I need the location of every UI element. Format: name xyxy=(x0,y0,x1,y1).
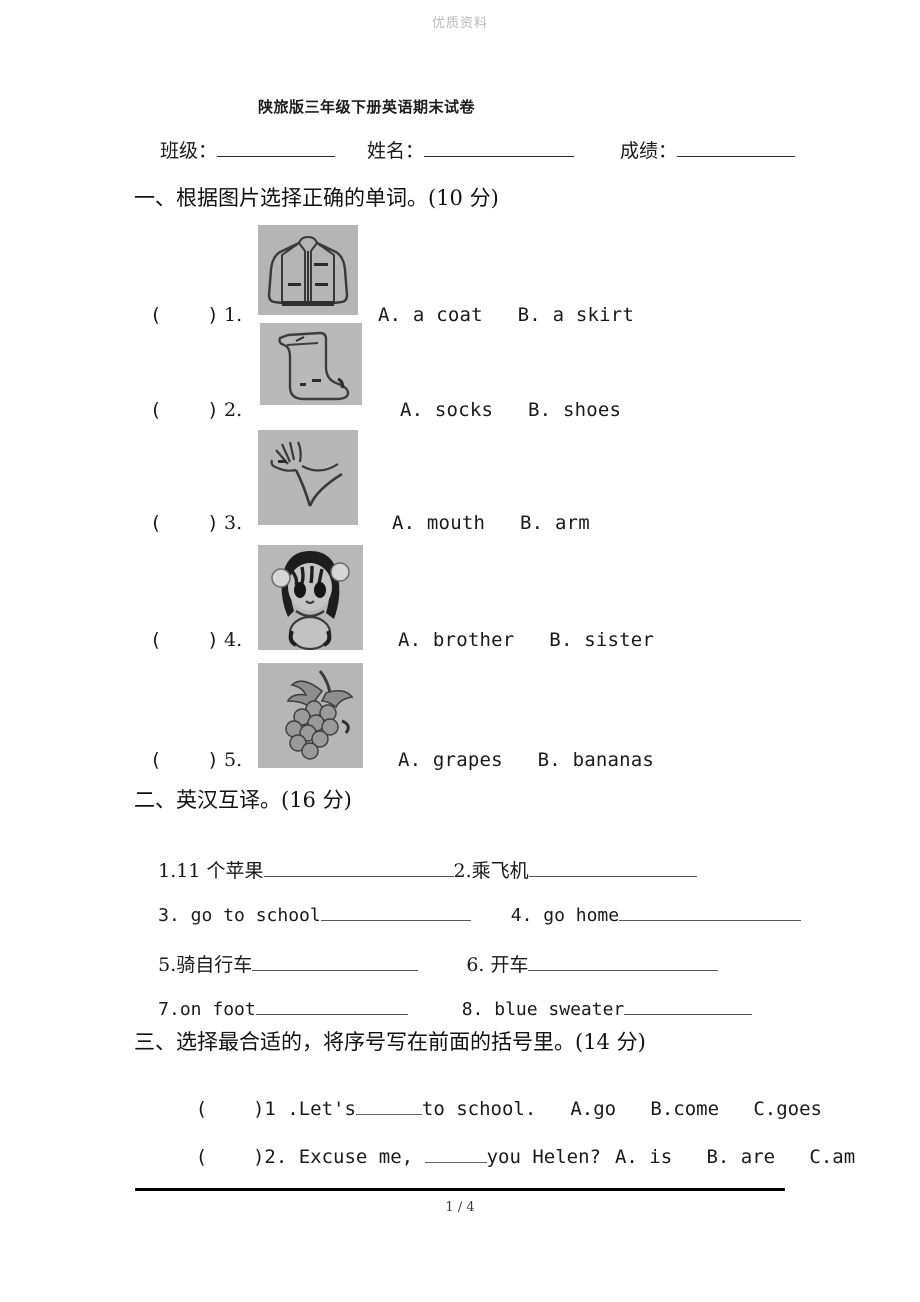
socks-picture xyxy=(260,323,362,405)
section-heading-one: 一、根据图片选择正确的单词。(10 分) xyxy=(134,186,499,210)
name-blank[interactable] xyxy=(424,142,575,157)
choice-question-2: ( )2. Excuse me, you Helen? A. is B. are … xyxy=(150,1124,855,1190)
choice-stem-before-2: 2. Excuse me, xyxy=(264,1146,425,1168)
choices-4[interactable]: A. brother B. sister xyxy=(398,629,654,651)
translate-item-2-label: 2.乘飞机 xyxy=(453,860,529,882)
translate-item-7-blank[interactable] xyxy=(255,999,408,1015)
translate-item-3-label: 3. go to school xyxy=(158,905,321,926)
translate-item-5-label: 5.骑自行车 xyxy=(158,954,253,976)
translate-item-1-label: 1.11 个苹果 xyxy=(158,860,264,882)
watermark-text: 优质资料 xyxy=(431,16,488,31)
translate-item-3-blank[interactable] xyxy=(320,905,471,921)
choice-stem-before-1: 1 .Let's xyxy=(264,1098,356,1120)
choice-bracket-1[interactable]: ( ) xyxy=(196,1098,265,1120)
grapes-picture xyxy=(258,663,363,768)
answer-bracket-4[interactable]: ( ) xyxy=(150,629,219,651)
choice-bracket-2[interactable]: ( ) xyxy=(196,1146,265,1168)
coat-picture xyxy=(258,225,358,315)
class-blank[interactable] xyxy=(217,142,336,157)
translate-item-5-blank[interactable] xyxy=(252,955,419,971)
student-info-line: 班级： 姓名： 成绩： xyxy=(160,136,880,163)
translate-item-8-label: 8. blue sweater xyxy=(461,999,625,1020)
translate-item-7-label: 7.on foot xyxy=(158,999,256,1020)
choice-stem-after-1: to school. xyxy=(421,1098,537,1120)
choices-3[interactable]: A. mouth B. arm xyxy=(392,512,590,534)
question-number-5: 5. xyxy=(224,749,243,771)
question-number-4: 4. xyxy=(224,629,243,651)
section-heading-two: 二、英汉互译。(16 分) xyxy=(134,788,352,812)
choice-blank-1[interactable] xyxy=(355,1099,422,1115)
answer-bracket-5[interactable]: ( ) xyxy=(150,749,219,771)
translate-item-6-label: 6. 开车 xyxy=(466,954,529,976)
score-label: 成绩： xyxy=(620,140,678,162)
picture-question-2: ( ) 2. A. socks B. shoes xyxy=(0,305,920,425)
footer-divider xyxy=(135,1188,785,1191)
translate-item-1-blank[interactable] xyxy=(263,861,454,877)
choices-5[interactable]: A. grapes B. bananas xyxy=(398,749,654,771)
question-number-3: 3. xyxy=(224,512,243,534)
translate-item-4-blank[interactable] xyxy=(619,905,802,921)
section-heading-three: 三、选择最合适的，将序号写在前面的括号里。(14 分) xyxy=(134,1030,646,1054)
translate-item-6-blank[interactable] xyxy=(528,955,719,971)
class-label: 班级： xyxy=(160,140,218,162)
choice-stem-after-2: you Helen? xyxy=(486,1146,601,1168)
picture-question-4: ( ) 4. A. brother B. sister xyxy=(0,535,920,655)
arm-picture xyxy=(258,430,358,525)
score-blank[interactable] xyxy=(677,142,796,157)
page-indicator: 1 / 4 xyxy=(445,1200,475,1215)
translate-item-4-label: 4. go home xyxy=(510,905,620,926)
picture-question-5: ( ) 5. A. grapes B. bananas xyxy=(0,655,920,775)
translate-item-2-blank[interactable] xyxy=(528,861,697,877)
page-title: 陕旅版三年级下册英语期末试卷 xyxy=(258,98,476,116)
translate-item-8-blank[interactable] xyxy=(624,999,753,1015)
choice-options-2[interactable]: A. is B. are C.am xyxy=(601,1146,855,1168)
girl-picture xyxy=(258,545,363,650)
choice-blank-2[interactable] xyxy=(424,1147,487,1163)
exam-page: 优质资料 陕旅版三年级下册英语期末试卷 班级： 姓名： 成绩： 一、根据图片选择… xyxy=(0,0,920,1302)
answer-bracket-3[interactable]: ( ) xyxy=(150,512,219,534)
picture-question-3: ( ) 3. A. mouth B. arm xyxy=(0,418,920,538)
choice-options-1[interactable]: A.go B.come C.goes xyxy=(536,1098,822,1120)
name-label: 姓名： xyxy=(367,140,425,162)
